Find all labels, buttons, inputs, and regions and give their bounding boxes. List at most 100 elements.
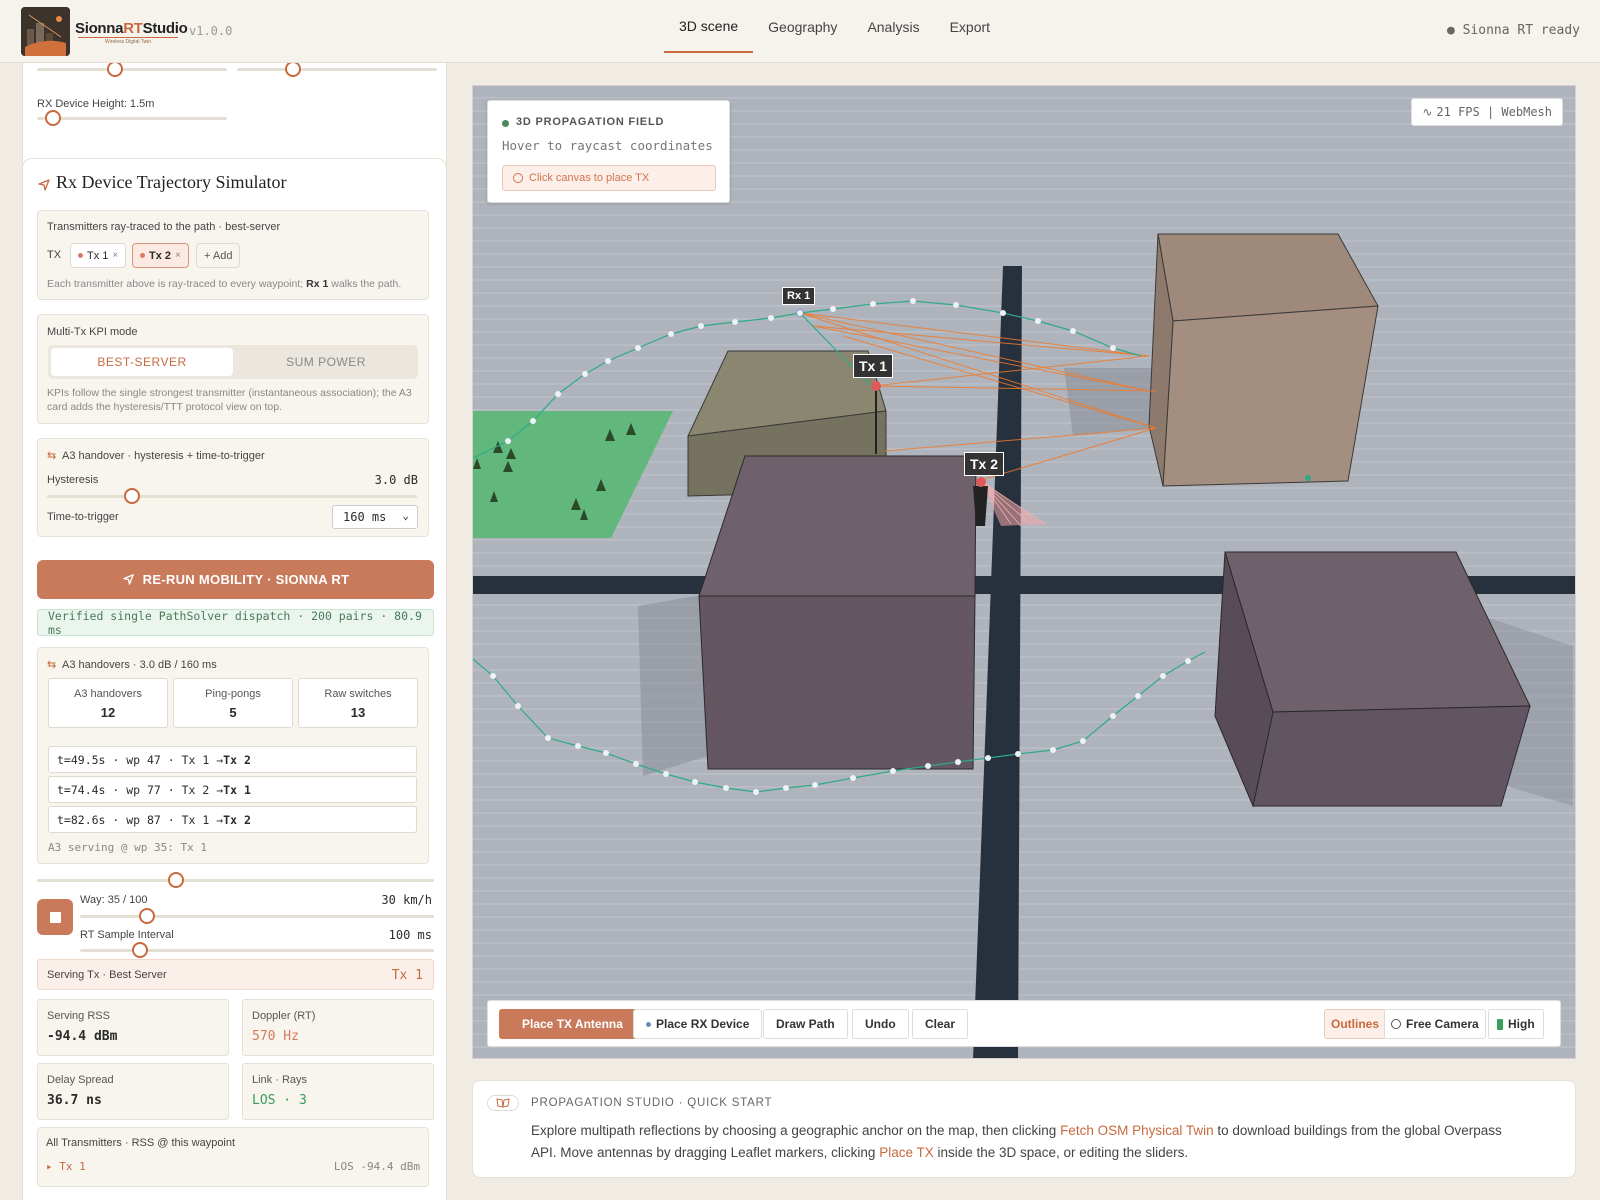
version-label: v1.0.0 xyxy=(189,24,233,38)
draw-path-button[interactable]: Draw Path xyxy=(763,1009,848,1039)
rx-dot-icon xyxy=(646,1021,651,1027)
tab-export[interactable]: Export xyxy=(935,0,1005,53)
tab-3d-scene[interactable]: 3D scene xyxy=(664,0,754,53)
a3-settings: ⇆ A3 handover · hysteresis + time-to-tri… xyxy=(37,438,429,537)
quality-button[interactable]: High xyxy=(1488,1009,1544,1039)
quick-start-body: Explore multipath reflections by choosin… xyxy=(531,1123,1502,1160)
navigation-icon xyxy=(122,574,134,585)
waypoint-dot xyxy=(603,750,609,756)
hysteresis-slider[interactable] xyxy=(47,488,417,504)
waypoint-dot xyxy=(515,703,521,709)
waypoint-dot xyxy=(1050,747,1056,753)
waypoint-dot xyxy=(545,735,551,741)
tx-slider-a[interactable] xyxy=(37,63,227,77)
waypoint-dot xyxy=(635,345,641,351)
place-tx-link[interactable]: Place TX xyxy=(879,1145,934,1160)
kpi-doppler: Doppler (RT) 570 Hz xyxy=(242,999,434,1056)
serving-tx-row: Serving Tx · Best Server Tx 1 xyxy=(37,959,434,990)
a3-title: A3 handover · hysteresis + time-to-trigg… xyxy=(62,450,265,462)
scene-toolbar: Place TX Antenna Place RX Device Draw Pa… xyxy=(487,1000,1561,1047)
compass-icon xyxy=(1391,1019,1401,1029)
all-tx-row-name[interactable]: ▸ Tx 1 xyxy=(46,1160,86,1173)
waypoint-dot xyxy=(1015,751,1021,757)
outlines-toggle[interactable]: Outlines xyxy=(1324,1009,1387,1039)
waypoint-dot xyxy=(723,785,729,791)
place-rx-button[interactable]: Place RX Device xyxy=(633,1009,763,1039)
waypoint-dot xyxy=(985,755,991,761)
waypoint-dot xyxy=(582,371,588,377)
kpi-serving-rss: Serving RSS -94.4 dBm xyxy=(37,999,229,1056)
waypoint-dot xyxy=(797,310,803,316)
speed-slider[interactable] xyxy=(80,908,434,924)
ttt-label: Time-to-trigger xyxy=(47,511,119,523)
waypoint-dot xyxy=(955,759,961,765)
waypoint-dot xyxy=(575,743,581,749)
navigation-icon xyxy=(37,178,51,197)
quick-start-title: PROPAGATION STUDIO · QUICK START xyxy=(531,1097,773,1109)
hysteresis-value: 3.0 dB xyxy=(374,473,418,487)
waypoint-dot xyxy=(530,418,536,424)
stat-raw-switches: Raw switches 13 xyxy=(298,678,418,728)
waypoint-dot xyxy=(1135,693,1141,699)
status-dot xyxy=(502,120,509,127)
rerun-mobility-button[interactable]: RE-RUN MOBILITY · SIONNA RT xyxy=(37,560,434,599)
rx-height-slider[interactable] xyxy=(37,110,227,126)
trajectory-title: Rx Device Trajectory Simulator xyxy=(56,172,287,192)
place-tx-hint-label: Click canvas to place TX xyxy=(529,172,650,184)
tx-section-help: Each transmitter above is ray-traced to … xyxy=(47,278,402,290)
waypoint-dot xyxy=(490,673,496,679)
waypoint-dot xyxy=(663,771,669,777)
quick-start-panel: PROPAGATION STUDIO · QUICK START Explore… xyxy=(472,1080,1576,1178)
waypoint-dot xyxy=(692,779,698,785)
tx-chip-2-label: Tx 2 xyxy=(149,249,172,262)
stop-button[interactable] xyxy=(37,899,73,935)
close-icon[interactable]: × xyxy=(175,250,181,261)
hysteresis-label: Hysteresis xyxy=(47,474,99,486)
left-panel: RX Device Height: 1.5m Rx Device Traject… xyxy=(0,63,450,1200)
sum-power-option[interactable]: SUM POWER xyxy=(236,348,416,376)
tab-geography[interactable]: Geography xyxy=(753,0,852,53)
waypoint-dot xyxy=(633,761,639,767)
waypoint-scrubber[interactable] xyxy=(37,872,434,888)
waypoint-dot xyxy=(555,391,561,397)
book-icon xyxy=(487,1095,519,1111)
stop-icon xyxy=(49,911,61,923)
ttt-select[interactable]: 160 ms ⌄ xyxy=(332,505,418,529)
engine-status: ● Sionna RT ready xyxy=(1446,23,1580,38)
place-tx-hint-button[interactable]: Click canvas to place TX xyxy=(502,165,716,191)
swap-icon: ⇆ xyxy=(47,450,57,462)
fetch-osm-link[interactable]: Fetch OSM Physical Twin xyxy=(1060,1123,1214,1138)
tx-chip-1[interactable]: Tx 1 × xyxy=(70,243,127,268)
best-server-option[interactable]: BEST-SERVER xyxy=(51,348,233,376)
tx-chip-2[interactable]: Tx 2 × xyxy=(132,243,189,268)
info-title: 3D PROPAGATION FIELD xyxy=(516,116,665,128)
kpi-delay-spread: Delay Spread 36.7 ns xyxy=(37,1063,229,1120)
clear-button[interactable]: Clear xyxy=(912,1009,969,1039)
chevron-down-icon: ⌄ xyxy=(402,509,409,522)
trajectory-card: Rx Device Trajectory Simulator Transmitt… xyxy=(22,158,447,1200)
kpi-mode-help: KPIs follow the single strongest transmi… xyxy=(47,387,412,413)
scene-3d-canvas[interactable]: Rx 1 Tx 1 Tx 2 3D PROPAGATION FIELD Hove… xyxy=(472,85,1576,1059)
close-icon[interactable]: × xyxy=(112,250,118,261)
propagation-info-box: 3D PROPAGATION FIELD Hover to raycast co… xyxy=(487,100,730,203)
tx2-color-dot xyxy=(140,253,145,258)
waypoint-dot xyxy=(890,768,896,774)
tx-slider-b[interactable] xyxy=(237,63,437,77)
tx1-color-dot xyxy=(78,253,83,258)
rerun-label: RE-RUN MOBILITY · SIONNA RT xyxy=(142,572,350,587)
kpi-mode-section: Multi-Tx KPI mode BEST-SERVER SUM POWER … xyxy=(37,314,429,424)
free-camera-button[interactable]: Free Camera xyxy=(1384,1009,1486,1039)
swap-icon: ⇆ xyxy=(47,659,57,671)
stat-a3-handovers: A3 handovers 12 xyxy=(48,678,168,728)
rx-height-label: RX Device Height: 1.5m xyxy=(37,98,155,110)
tab-analysis[interactable]: Analysis xyxy=(852,0,934,53)
brand-subtitle: Wireless Digital Twin xyxy=(78,37,178,45)
target-icon xyxy=(513,173,523,183)
waypoint-dot xyxy=(1080,738,1086,744)
tx-section: Transmitters ray-traced to the path · be… xyxy=(37,210,429,300)
add-tx-button[interactable]: + Add xyxy=(196,243,241,268)
place-tx-button[interactable]: Place TX Antenna xyxy=(499,1009,646,1039)
undo-button[interactable]: Undo xyxy=(852,1009,909,1039)
waypoint-dot xyxy=(1070,328,1076,334)
interval-slider[interactable] xyxy=(80,942,434,958)
